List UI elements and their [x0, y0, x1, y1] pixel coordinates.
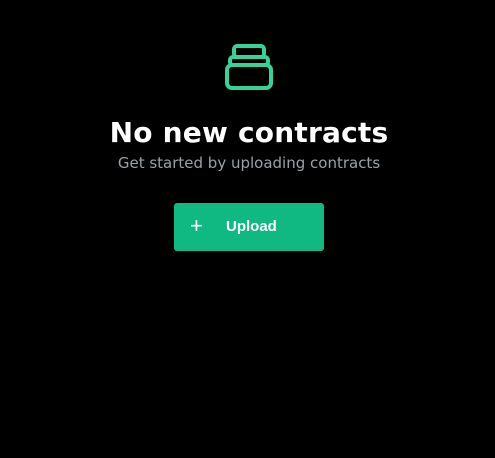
upload-button[interactable]: + Upload [174, 203, 324, 251]
stacked-box-icon [222, 42, 276, 92]
empty-state-subtitle: Get started by uploading contracts [117, 154, 381, 172]
empty-state-title: No new contracts [109, 116, 389, 149]
empty-state: No new contracts Get started by uploadin… [0, 0, 495, 458]
plus-icon: + [190, 213, 203, 238]
upload-button-label: Upload [226, 218, 277, 235]
